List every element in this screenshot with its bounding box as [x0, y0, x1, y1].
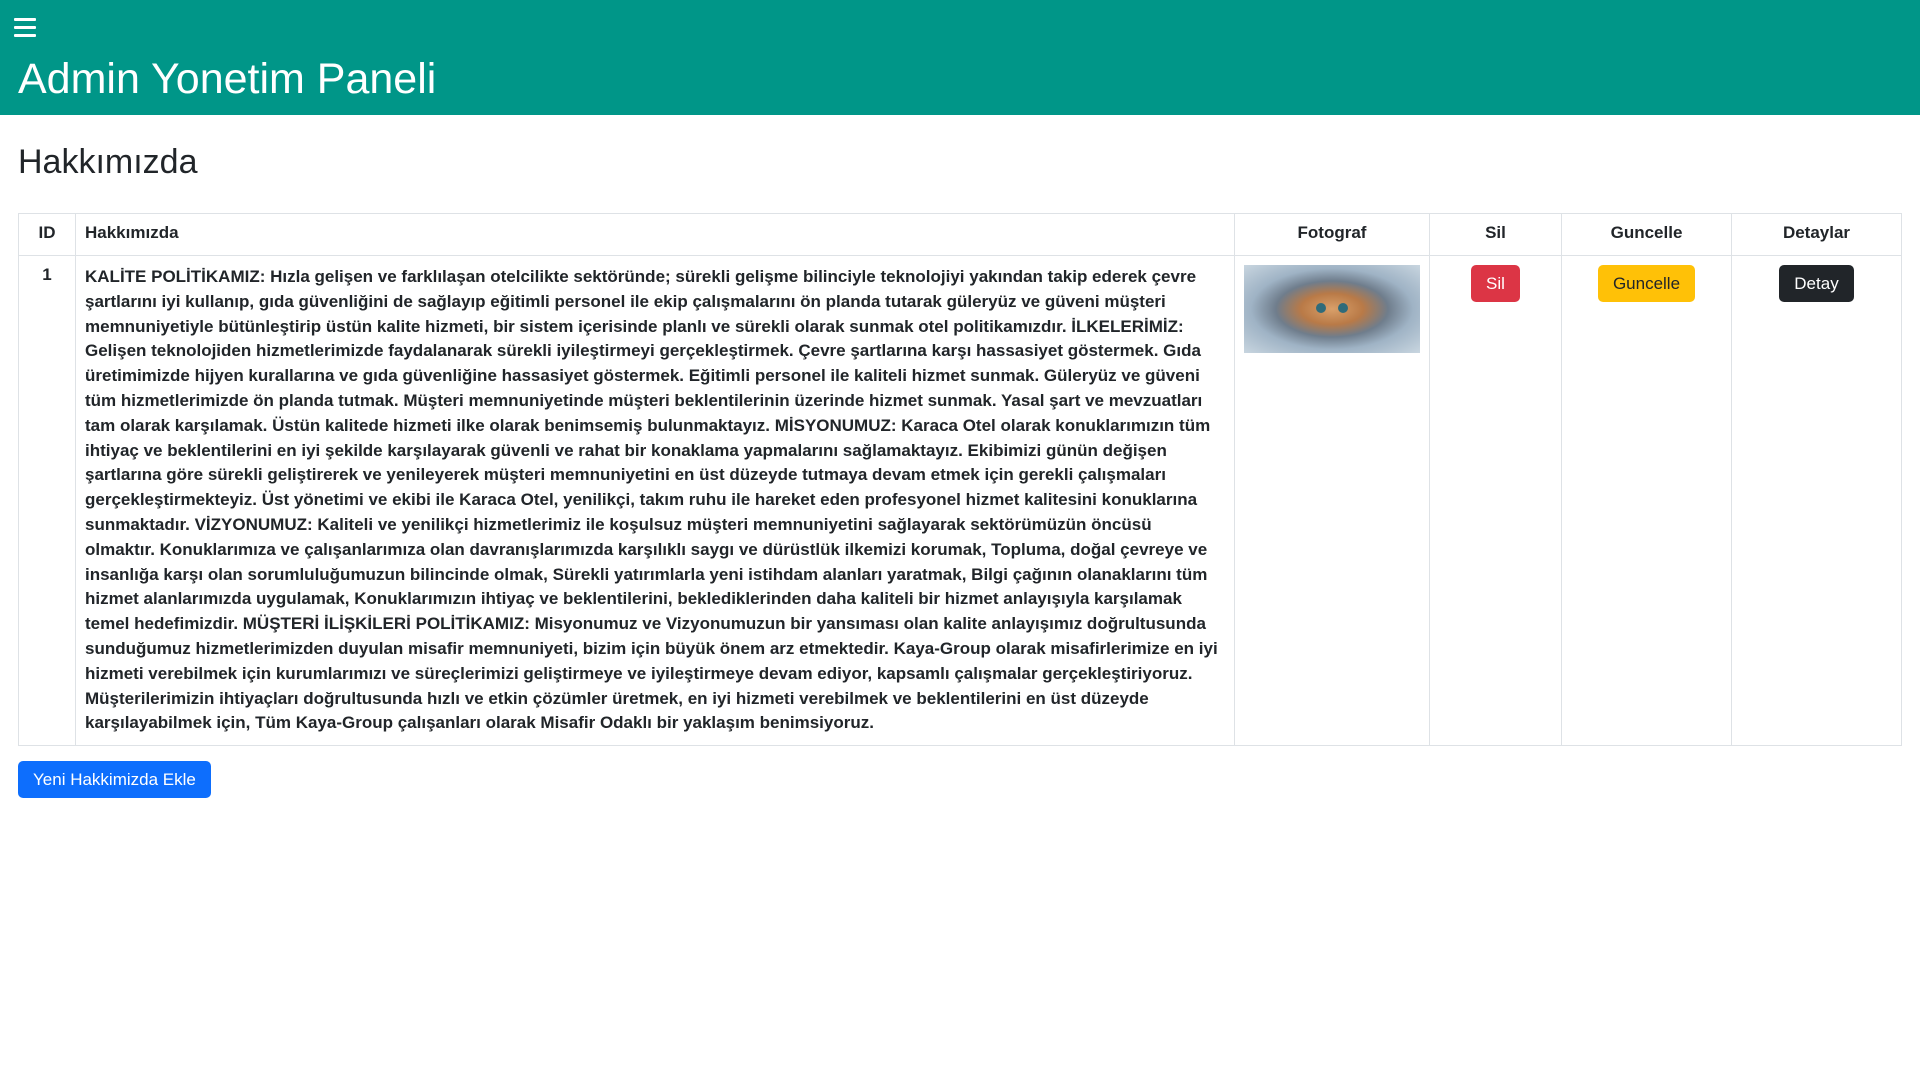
page-title: Hakkımızda	[18, 143, 198, 181]
column-header-details: Detaylar	[1731, 213, 1902, 256]
table-row: 1 KALİTE POLİTİKAMIZ: Hızla gelişen ve f…	[18, 254, 1902, 747]
column-header-delete: Sil	[1429, 213, 1562, 256]
column-header-id: ID	[18, 213, 76, 256]
header-bar: Admin Yonetim Paneli	[0, 0, 1920, 115]
row-photo-cell	[1234, 254, 1430, 747]
app-title: Admin Yonetim Paneli	[18, 55, 437, 103]
hamburger-menu-icon[interactable]	[14, 12, 44, 42]
table-header-row: ID Hakkımızda Fotograf Sil Guncelle Deta…	[18, 213, 1902, 256]
row-about-text: KALİTE POLİTİKAMIZ: Hızla gelişen ve far…	[75, 254, 1235, 747]
kitten-photo	[1244, 265, 1420, 353]
about-table: ID Hakkımızda Fotograf Sil Guncelle Deta…	[18, 213, 1902, 747]
detail-button[interactable]: Detay	[1779, 265, 1854, 302]
row-detail-cell: Detay	[1731, 254, 1902, 747]
delete-button[interactable]: Sil	[1471, 265, 1520, 302]
column-header-photo: Fotograf	[1234, 213, 1430, 256]
column-header-update: Guncelle	[1561, 213, 1732, 256]
row-update-cell: Guncelle	[1561, 254, 1732, 747]
row-delete-cell: Sil	[1429, 254, 1562, 747]
row-id: 1	[18, 254, 76, 747]
update-button[interactable]: Guncelle	[1597, 265, 1696, 302]
column-header-about: Hakkımızda	[75, 213, 1235, 256]
add-about-button[interactable]: Yeni Hakkimizda Ekle	[18, 761, 211, 798]
